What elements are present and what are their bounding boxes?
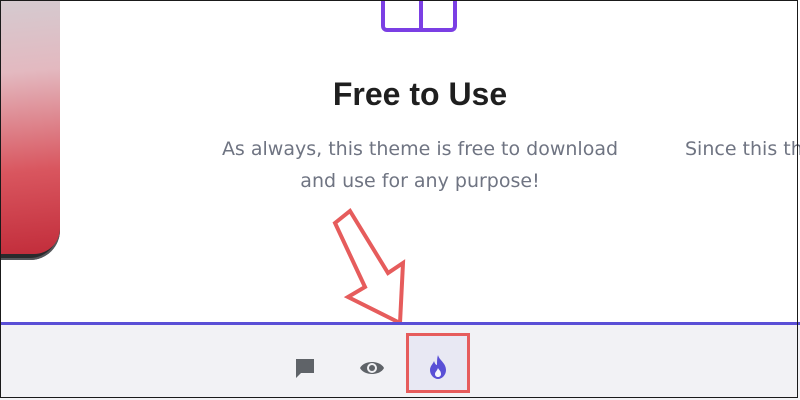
feature-description: As always, this theme is free to downloa… xyxy=(205,133,635,197)
eye-button[interactable] xyxy=(357,353,387,383)
phone-screen xyxy=(0,0,60,254)
feature-title: Free to Use xyxy=(332,76,508,112)
comment-icon xyxy=(296,359,314,378)
comment-button[interactable] xyxy=(290,353,320,383)
feature-description-line-1: As always, this theme is free to downloa… xyxy=(221,138,619,160)
bottom-toolbar xyxy=(0,325,800,400)
annotation-highlight-box xyxy=(406,333,470,393)
feature-description-line-2: and use for any purpose! xyxy=(300,170,540,192)
eye-icon xyxy=(360,362,384,374)
phone-mockup xyxy=(0,0,60,260)
annotation-arrow-icon xyxy=(332,208,406,327)
next-feature-description: Since this th xyxy=(685,138,800,160)
feature-icon xyxy=(381,0,457,32)
